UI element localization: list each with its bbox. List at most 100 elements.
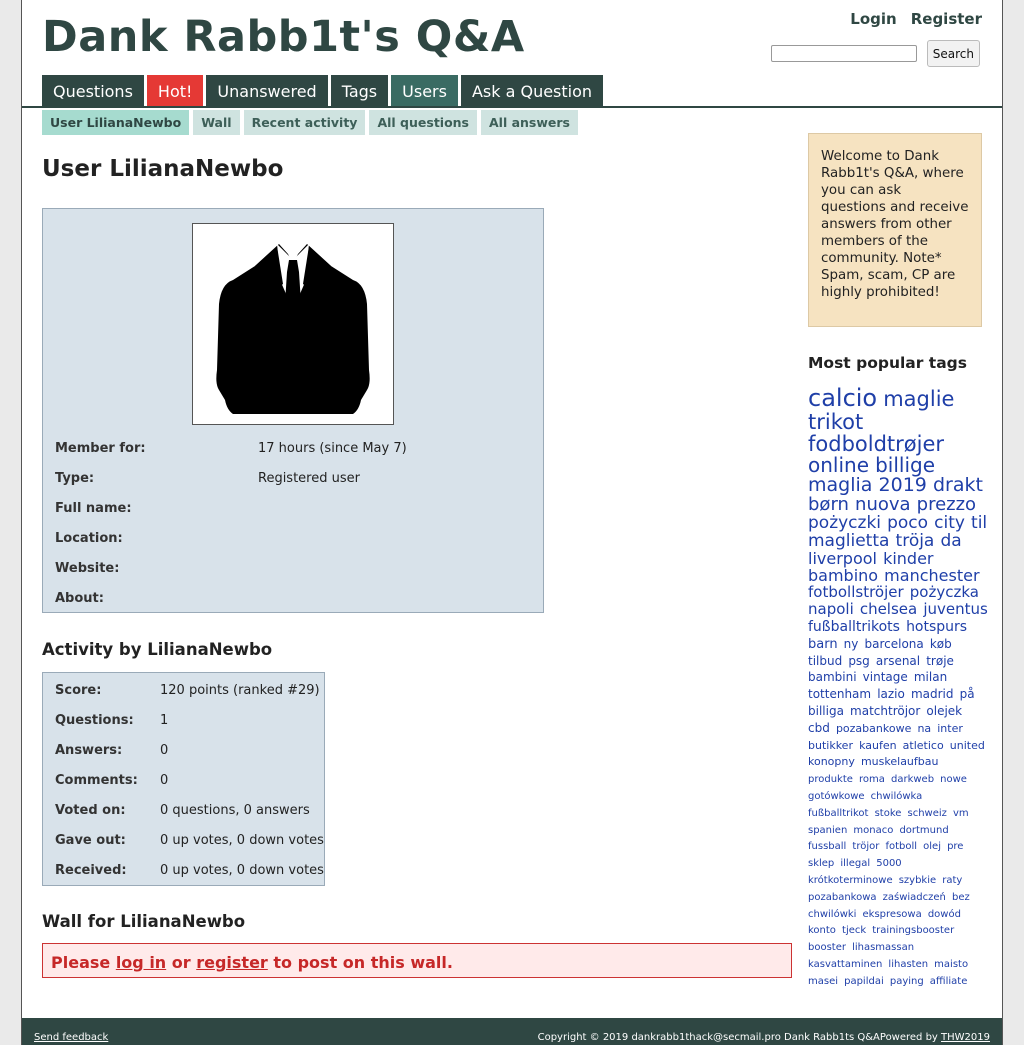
- tag-link[interactable]: darkweb: [891, 774, 934, 785]
- tag-link[interactable]: vintage: [863, 670, 908, 684]
- tag-link[interactable]: på: [960, 687, 975, 701]
- tag-link[interactable]: spanien: [808, 825, 847, 836]
- tag-link[interactable]: dowód: [928, 909, 961, 920]
- powered-by-link[interactable]: THW2019: [941, 1032, 990, 1043]
- subnav-wall[interactable]: Wall: [193, 110, 240, 135]
- tag-link[interactable]: bez: [952, 892, 970, 903]
- nav-questions[interactable]: Questions: [42, 75, 144, 106]
- tag-link[interactable]: pozabankowe: [836, 722, 911, 735]
- tag-link[interactable]: nuova: [855, 494, 911, 515]
- tag-link[interactable]: stoke: [875, 808, 902, 819]
- tag-link[interactable]: matchtröjor: [850, 704, 920, 718]
- tag-link[interactable]: chwilówki: [808, 909, 856, 920]
- tag-link[interactable]: arsenal: [876, 654, 920, 668]
- tag-link[interactable]: ny: [844, 637, 859, 651]
- tag-link[interactable]: gotówkowe: [808, 791, 865, 802]
- tag-link[interactable]: cbd: [808, 721, 830, 735]
- wall-register-link[interactable]: register: [196, 953, 268, 972]
- subnav-all-answers[interactable]: All answers: [481, 110, 578, 135]
- tag-link[interactable]: billiga: [808, 704, 844, 718]
- tag-link[interactable]: paying: [890, 976, 924, 987]
- tag-link[interactable]: chwilówka: [871, 791, 923, 802]
- tag-link[interactable]: tröjor: [852, 841, 879, 853]
- register-link[interactable]: Register: [911, 10, 982, 28]
- tag-link[interactable]: bambini: [808, 670, 857, 684]
- subnav-recent-activity[interactable]: Recent activity: [243, 110, 366, 135]
- tag-link[interactable]: trøje: [926, 654, 954, 668]
- send-feedback-link[interactable]: Send feedback: [34, 1032, 108, 1043]
- tag-link[interactable]: madrid: [911, 687, 954, 701]
- tag-link[interactable]: olejek: [926, 704, 962, 718]
- tag-link[interactable]: nowe: [940, 774, 967, 785]
- tag-link[interactable]: 5000: [876, 858, 901, 869]
- tag-link[interactable]: fußballtrikot: [808, 808, 868, 819]
- nav-users[interactable]: Users: [391, 75, 458, 106]
- tag-link[interactable]: calcio: [808, 384, 877, 412]
- tag-link[interactable]: united: [950, 739, 985, 752]
- tag-link[interactable]: psg: [848, 654, 870, 668]
- wall-login-link[interactable]: log in: [116, 953, 166, 972]
- tag-link[interactable]: pożyczka: [910, 583, 979, 601]
- tag-link[interactable]: na: [917, 722, 931, 735]
- tag-link[interactable]: juventus: [923, 600, 988, 618]
- tag-link[interactable]: inter: [937, 722, 963, 735]
- tag-link[interactable]: booster: [808, 942, 846, 953]
- tag-link[interactable]: krótkoterminowe: [808, 875, 893, 886]
- search-input[interactable]: [770, 45, 917, 62]
- tag-link[interactable]: dortmund: [899, 825, 948, 836]
- tag-link[interactable]: tottenham: [808, 687, 871, 701]
- tag-link[interactable]: bambino: [808, 566, 878, 585]
- tag-link[interactable]: schweiz: [908, 808, 947, 819]
- tag-link[interactable]: zaświadczeń: [883, 892, 946, 903]
- nav-ask-question[interactable]: Ask a Question: [460, 75, 604, 106]
- tag-link[interactable]: hotspurs: [906, 619, 967, 635]
- tag-link[interactable]: olej: [923, 841, 941, 853]
- tag-link[interactable]: drakt: [933, 474, 983, 496]
- tag-link[interactable]: maglie: [883, 387, 954, 411]
- tag-link[interactable]: sklep: [808, 858, 834, 869]
- tag-link[interactable]: masei: [808, 976, 838, 987]
- tag-link[interactable]: lazio: [877, 687, 905, 701]
- tag-link[interactable]: atletico: [903, 739, 944, 752]
- search-button[interactable]: Search: [926, 40, 980, 67]
- tag-link[interactable]: manchester: [884, 566, 979, 585]
- tag-link[interactable]: konto: [808, 925, 836, 937]
- tag-link[interactable]: maglia: [808, 474, 872, 496]
- tag-link[interactable]: trainingsbooster: [872, 925, 954, 937]
- tag-link[interactable]: affiliate: [930, 976, 968, 987]
- tag-link[interactable]: fotbollströjer: [808, 583, 904, 601]
- nav-tags[interactable]: Tags: [330, 75, 389, 106]
- tag-link[interactable]: produkte: [808, 774, 853, 785]
- subnav-all-questions[interactable]: All questions: [369, 110, 477, 135]
- subnav-user[interactable]: User LilianaNewbo: [42, 110, 190, 135]
- tag-link[interactable]: ekspresowa: [863, 909, 922, 920]
- tag-link[interactable]: tilbud: [808, 654, 842, 668]
- tag-link[interactable]: illegal: [840, 858, 870, 869]
- tag-link[interactable]: papildai: [844, 976, 884, 987]
- tag-link[interactable]: da: [940, 531, 961, 551]
- tag-link[interactable]: til: [971, 513, 987, 533]
- tag-link[interactable]: kaufen: [859, 739, 897, 752]
- nav-unanswered[interactable]: Unanswered: [206, 75, 328, 106]
- nav-hot[interactable]: Hot!: [146, 75, 204, 106]
- tag-link[interactable]: napoli: [808, 600, 854, 618]
- tag-link[interactable]: butikker: [808, 739, 853, 752]
- tag-link[interactable]: køb: [930, 637, 952, 651]
- login-link[interactable]: Login: [850, 10, 896, 28]
- site-logo[interactable]: Dank Rabb1t's Q&A: [42, 12, 525, 62]
- tag-link[interactable]: lihasten: [888, 959, 928, 970]
- tag-link[interactable]: pre: [947, 841, 963, 853]
- tag-link[interactable]: raty: [942, 875, 962, 886]
- tag-link[interactable]: prezzo: [917, 494, 976, 515]
- tag-link[interactable]: fotboll: [885, 841, 917, 853]
- tag-link[interactable]: lihasmassan: [852, 942, 914, 953]
- tag-link[interactable]: tjeck: [842, 925, 866, 937]
- tag-link[interactable]: fussball: [808, 841, 846, 853]
- tag-link[interactable]: kasvattaminen: [808, 959, 882, 970]
- tag-link[interactable]: vm: [953, 808, 969, 819]
- tag-link[interactable]: muskelaufbau: [861, 755, 939, 768]
- tag-link[interactable]: szybkie: [899, 875, 936, 886]
- tag-link[interactable]: maisto: [934, 959, 968, 970]
- tag-link[interactable]: milan: [914, 670, 947, 684]
- tag-link[interactable]: roma: [859, 774, 885, 785]
